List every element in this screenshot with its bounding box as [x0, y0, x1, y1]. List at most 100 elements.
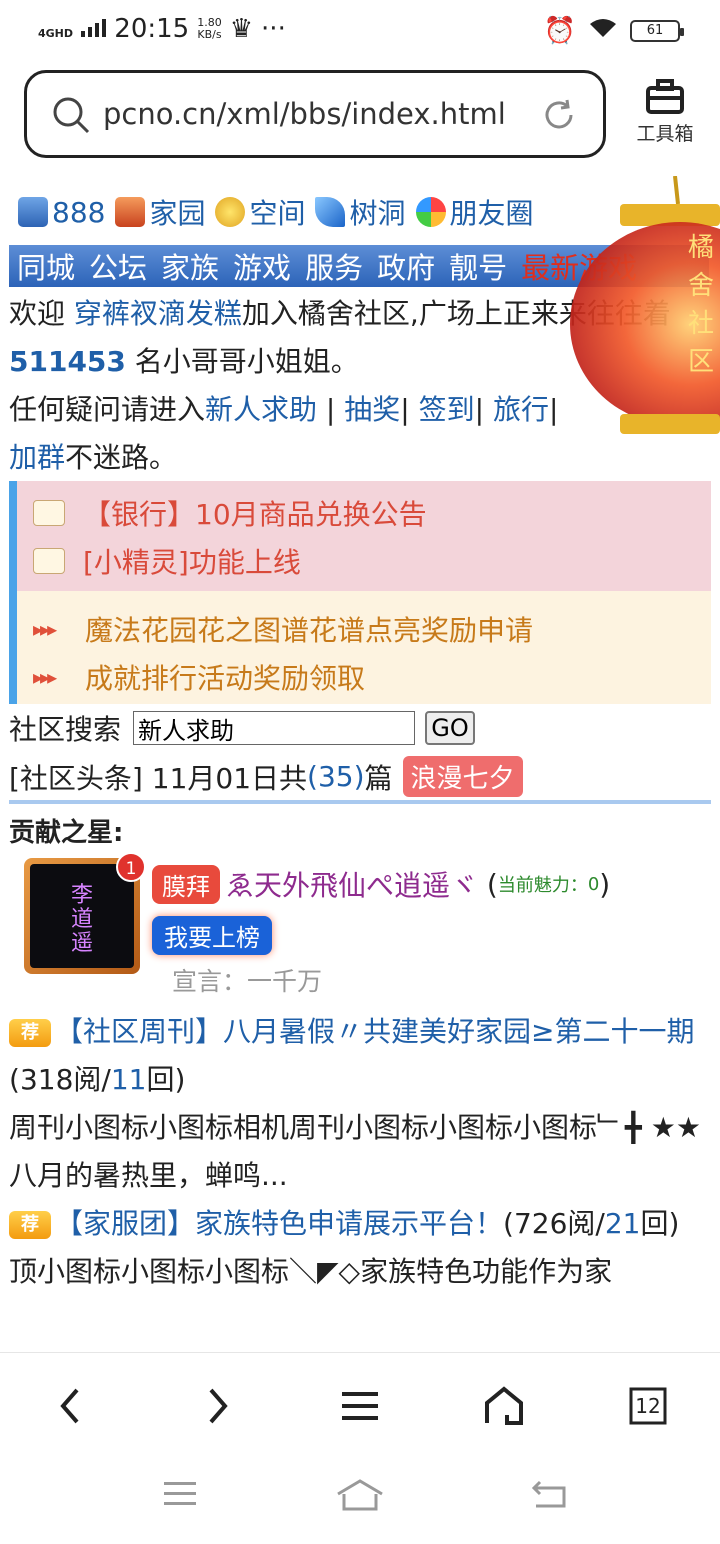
section-title: 贡献之星: — [9, 818, 124, 848]
home-icon — [485, 1386, 523, 1425]
tab-count: 12 — [635, 1394, 661, 1418]
system-back-button[interactable] — [530, 1478, 568, 1514]
list-item[interactable]: 荐【社区周刊】八月暑假〃共建美好家园≥第二十一期(318阅/11回) 周刊小图标… — [9, 1008, 711, 1200]
chevron-left-icon — [60, 1388, 79, 1424]
address-bar[interactable]: pcno.cn/xml/bbs/index.html — [24, 70, 606, 158]
menu-item[interactable]: 同城 — [17, 245, 75, 287]
headline-count[interactable]: (35) — [307, 760, 364, 793]
menu-item[interactable]: 游戏 — [233, 245, 291, 287]
divider — [9, 800, 711, 804]
community-search: 社区搜索 GO — [9, 708, 476, 748]
url-text[interactable]: pcno.cn/xml/bbs/index.html — [103, 97, 506, 131]
alarm-icon: ⏰ — [543, 16, 576, 46]
menu-item[interactable]: 靓号 — [449, 245, 507, 287]
checkin-link[interactable]: 签到 — [419, 393, 475, 426]
system-nav-bar — [0, 1454, 720, 1544]
lantern-char: 区 — [688, 347, 714, 377]
toolbox-button[interactable]: 工具箱 — [630, 78, 700, 146]
star-icon — [215, 197, 246, 227]
recents-button[interactable] — [162, 1478, 198, 1512]
list-item[interactable]: 荐【家服团】家族特色申请展示平台！(726阅/21回) 顶小图标小图标小图标＼◤… — [9, 1200, 711, 1296]
worship-button[interactable]: 膜拜 — [152, 864, 220, 904]
aperture-icon — [415, 197, 446, 227]
crown-icon: ♛ — [229, 14, 254, 44]
recommend-badge: 荐 — [9, 1211, 51, 1239]
lantern-char: 社 — [688, 309, 714, 339]
battery-icon: 61 — [630, 20, 684, 42]
forward-button[interactable] — [188, 1381, 248, 1431]
nav-count[interactable]: 888 — [18, 196, 105, 229]
announcement-list: 【银行】10月商品兑换公告 [小精灵]功能上线 — [17, 481, 711, 591]
menu-item[interactable]: 公坛 — [89, 245, 147, 287]
signal-indicator: 4GHD — [38, 14, 107, 44]
search-label: 社区搜索 — [9, 713, 122, 746]
hamburger-icon — [342, 1392, 378, 1420]
activity-item[interactable]: ▸▸▸ 成就排行活动奖励领取 — [17, 653, 711, 701]
notice-board: 【银行】10月商品兑换公告 [小精灵]功能上线 ▸▸▸ 魔法花园花之图谱花谱点亮奖… — [9, 481, 711, 704]
speaker-icon — [33, 500, 65, 526]
star-motto: 宣言：一千万 — [172, 967, 323, 996]
lantern-char: 橘 — [688, 233, 714, 263]
post-excerpt: 顶小图标小图标小图标＼◤◇家族特色功能作为家 — [9, 1255, 613, 1288]
return-icon — [531, 1480, 566, 1508]
top-nav: 888 家园 空间 树洞 朋友圈 — [18, 192, 544, 232]
status-bar: 4GHD 20:15 1.80 KB/s ♛ ··· ⏰ 61 — [0, 0, 720, 58]
recommend-badge: 荐 — [9, 1019, 51, 1047]
search-input[interactable] — [133, 711, 416, 745]
speaker-icon — [33, 548, 65, 574]
post-excerpt: 周刊小图标小图标相机周刊小图标小图标小图标﹂╋ ★★八月的暑热里，蝉鸣... — [9, 1111, 701, 1192]
announcement-item[interactable]: 【银行】10月商品兑换公告 — [17, 489, 711, 537]
nav-moments[interactable]: 朋友圈 — [415, 192, 534, 232]
nav-space[interactable]: 空间 — [215, 192, 305, 232]
nav-home[interactable]: 家园 — [115, 192, 205, 232]
charm-value: 0 — [587, 873, 600, 895]
search-go-button[interactable]: GO — [425, 711, 476, 745]
home-button[interactable] — [474, 1381, 534, 1431]
online-count: 511453 — [9, 345, 126, 378]
charm-label: 当前魅力： — [497, 875, 588, 896]
house-icon — [115, 197, 146, 227]
user-icon — [18, 197, 48, 227]
network-speed: 1.80 KB/s — [197, 16, 222, 41]
activity-list: ▸▸▸ 魔法花园花之图谱花谱点亮奖励申请 ▸▸▸ 成就排行活动奖励领取 — [17, 591, 711, 704]
post-list: 荐【社区周刊】八月暑假〃共建美好家园≥第二十一期(318阅/11回) 周刊小图标… — [9, 1008, 711, 1296]
headline: [社区头条] 11月01日共 (35) 篇 浪漫七夕 — [9, 756, 523, 797]
star-info: 膜拜 ゑ天外飛仙ぺ逍遥ヾ (当前魅力： 0) — [152, 864, 610, 904]
tabs-button[interactable]: 12 — [618, 1381, 678, 1431]
search-icon — [51, 95, 91, 139]
rank-badge: 1 — [116, 852, 146, 882]
toolbox-icon — [646, 79, 684, 114]
menu-item[interactable]: 服务 — [305, 245, 363, 287]
headline-tag[interactable]: 浪漫七夕 — [402, 756, 523, 797]
lottery-link[interactable]: 抽奖 — [344, 393, 400, 426]
menu-item[interactable]: 政府 — [377, 245, 435, 287]
join-group-link[interactable]: 加群 — [9, 441, 65, 474]
post-title[interactable]: 【社区周刊】八月暑假〃共建美好家园≥第二十一期 — [55, 1015, 694, 1048]
reload-icon[interactable] — [541, 97, 577, 137]
network-type: 4GHD — [38, 27, 74, 40]
headline-text: [社区头条] 11月01日共 — [9, 761, 308, 795]
travel-link[interactable]: 旅行 — [493, 393, 549, 426]
back-button[interactable] — [40, 1381, 100, 1431]
avatar[interactable]: 李道遥 1 — [24, 852, 146, 974]
menu-button[interactable] — [330, 1381, 390, 1431]
star-nickname[interactable]: ゑ天外飛仙ぺ逍遥ヾ — [226, 864, 478, 904]
chevron-right-icon — [209, 1388, 228, 1424]
nav-treehole[interactable]: 树洞 — [315, 192, 406, 232]
wifi-icon — [588, 16, 618, 46]
user-link[interactable]: 穿裤衩滴发糕 — [74, 297, 242, 330]
rank-up-button[interactable]: 我要上榜 — [152, 916, 272, 955]
toolbox-label: 工具箱 — [636, 123, 694, 145]
menu-item[interactable]: 家族 — [161, 245, 219, 287]
post-title[interactable]: 【家服团】家族特色申请展示平台！ — [55, 1207, 503, 1240]
clock: 20:15 — [114, 14, 190, 44]
announcement-item[interactable]: [小精灵]功能上线 — [17, 537, 711, 585]
arrows-icon: ▸▸▸ — [33, 617, 57, 641]
avatar-image: 李道遥 — [30, 864, 134, 968]
system-home-button[interactable] — [336, 1478, 384, 1516]
arrows-icon: ▸▸▸ — [33, 665, 57, 689]
signal-icon — [81, 17, 107, 37]
home-outline-icon — [337, 1479, 383, 1511]
help-link[interactable]: 新人求助 — [205, 393, 317, 426]
activity-item[interactable]: ▸▸▸ 魔法花园花之图谱花谱点亮奖励申请 — [17, 605, 711, 653]
